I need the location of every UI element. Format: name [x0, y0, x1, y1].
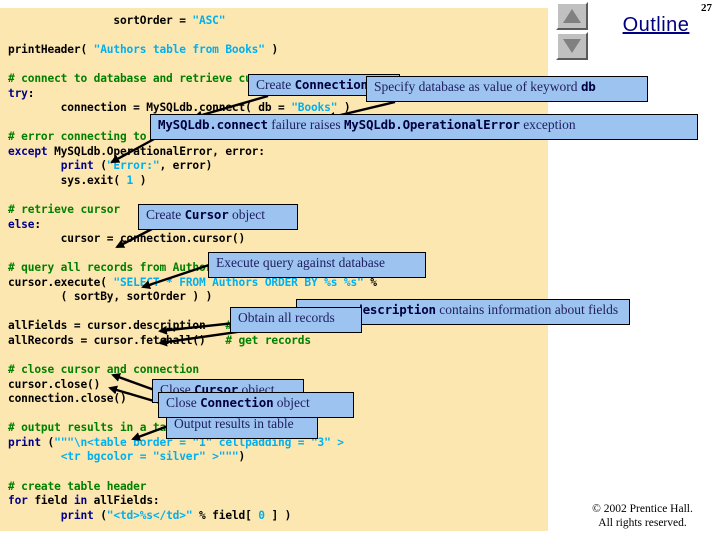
code-token: ): [238, 450, 246, 464]
code-line: # create table header: [8, 480, 548, 495]
code-token: # close cursor and connection: [8, 363, 199, 377]
code-token: print: [8, 435, 41, 449]
code-line: # close cursor and connection: [8, 363, 548, 378]
code-token: # connect to database and retrieve curso…: [8, 72, 279, 86]
copyright-notice: © 2002 Prentice Hall. All rights reserve…: [570, 502, 715, 530]
code-line: print ("Error:", error): [8, 159, 548, 174]
code-line: cursor.execute( "SELECT * FROM Authors O…: [8, 276, 548, 291]
code-token: , error): [159, 159, 213, 173]
code-token: <tr bgcolor = "silver" >""": [60, 450, 239, 464]
code-token: "Authors table from Books": [93, 43, 265, 57]
scroll-down-button[interactable]: [556, 32, 588, 60]
code-line: sys.exit( 1 ): [8, 174, 548, 189]
code-token: sys.exit(: [8, 174, 127, 188]
code-token: in: [73, 494, 88, 508]
code-line: print ("<td>%s</td>" % field[ 0 ] ): [8, 509, 548, 524]
code-token: print: [60, 159, 94, 173]
code-line: sortOrder = "ASC": [8, 14, 548, 29]
triangle-down-icon: [563, 39, 581, 53]
code-token: (: [93, 159, 107, 173]
code-token: else: [8, 217, 35, 231]
code-token: for: [8, 494, 28, 508]
code-token: ): [133, 174, 147, 188]
code-token: # output results in a table: [8, 421, 186, 435]
code-token: field: [27, 494, 74, 508]
code-line: for field in allFields:: [8, 494, 548, 509]
code-token: except: [8, 144, 48, 158]
callout-specify-database-keyword-db: Specify database as value of keyword db: [366, 76, 648, 102]
code-token: "Error:": [106, 159, 160, 173]
code-line: except MySQLdb.OperationalError, error:: [8, 145, 548, 160]
code-token: try: [8, 86, 28, 100]
code-token: connection = MySQLdb.connect( db =: [8, 101, 292, 115]
code-token: MySQLdb.OperationalError, error:: [47, 144, 265, 158]
code-line: allRecords = cursor.fetchall() # get rec…: [8, 334, 548, 349]
code-token: % field[: [192, 508, 259, 522]
code-token: (: [93, 508, 107, 522]
code-token: :: [34, 217, 41, 231]
copyright-line-2: All rights reserved.: [598, 517, 687, 529]
code-token: print: [60, 508, 94, 522]
code-token: "Books": [291, 101, 338, 115]
code-token: ): [264, 43, 279, 57]
code-token: connection.close(): [8, 392, 127, 406]
code-token: cursor.close(): [8, 377, 101, 391]
code-token: sortOrder =: [8, 14, 193, 27]
code-token: allRecords = cursor.fetchall(): [8, 334, 226, 348]
code-token: allFields:: [87, 494, 160, 508]
code-token: # retrieve cursor: [8, 203, 120, 217]
code-token: allFields = cursor.description: [8, 319, 226, 333]
code-line: printHeader( "Authors table from Books" …: [8, 43, 548, 58]
code-token: ): [337, 101, 351, 115]
code-token: 0: [258, 508, 265, 522]
callout-execute-query-against-database: Execute query against database: [208, 252, 426, 278]
code-token: printHeader(: [8, 43, 94, 57]
code-token: ( sortBy, sortOrder ) ): [8, 290, 213, 304]
callout-mysqldb-connect-failure: MySQLdb.connect failure raises MySQLdb.O…: [150, 114, 698, 140]
triangle-up-icon: [563, 9, 581, 23]
code-line: cursor = connection.cursor(): [8, 232, 548, 247]
callout-close-connection-object: Close Connection object: [158, 392, 354, 418]
copyright-line-1: © 2002 Prentice Hall.: [592, 503, 693, 515]
code-token: # get records: [225, 334, 311, 348]
code-token: ] ): [264, 508, 292, 522]
callout-obtain-all-records: Obtain all records: [230, 307, 362, 333]
code-token: cursor.execute(: [8, 275, 114, 289]
outline-title: Outline: [622, 14, 690, 36]
code-token: "<td>%s</td>": [106, 508, 193, 522]
slide-canvas: sortOrder = "ASC" printHeader( "Authors …: [0, 0, 720, 540]
code-line: <tr bgcolor = "silver" >"""): [8, 450, 548, 465]
scroll-up-button[interactable]: [556, 2, 588, 30]
code-token: :: [27, 86, 35, 100]
code-token: # create table header: [8, 479, 147, 493]
callout-create-cursor-object: Create Cursor object: [138, 204, 298, 230]
code-token: (: [40, 435, 55, 449]
page-number: 27: [701, 2, 712, 14]
code-token: "ASC": [192, 14, 226, 27]
code-token: cursor = connection.cursor(): [8, 232, 246, 246]
